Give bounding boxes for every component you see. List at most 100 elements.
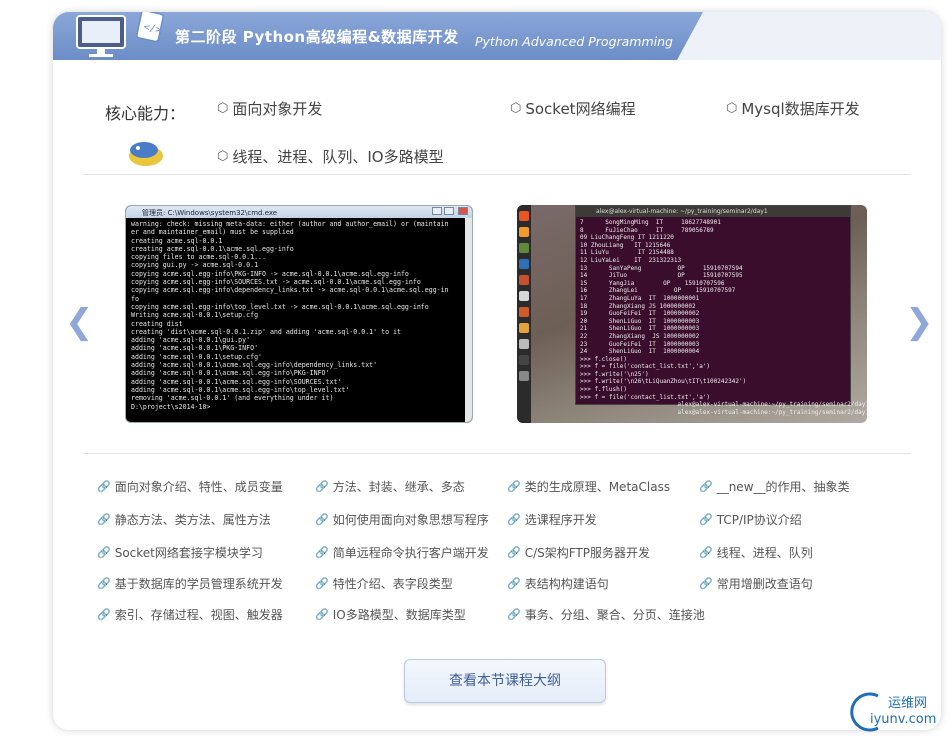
stage-title: 第二阶段 Python高级编程&数据库开发 <box>175 28 459 46</box>
cmd-line: copying acme.sql.egg-info\dependency_lin… <box>131 286 449 295</box>
terminal-line: 18 ZhangXiang JS 1000000002 <box>580 302 696 310</box>
topic-link[interactable]: 🔗 基于数据库的学员管理系统开发 <box>97 575 283 592</box>
hexagon-icon: ⬡ <box>510 101 522 116</box>
topic-link[interactable]: 🔗 类的生成原理、MetaClass <box>507 478 670 495</box>
link-icon: 🔗 <box>507 608 521 621</box>
site-watermark: 运维网 iyunv.com <box>848 688 948 736</box>
topic-link[interactable]: 🔗 常用增删改查语句 <box>699 575 813 592</box>
link-icon: 🔗 <box>507 546 521 559</box>
terminal-line: 7 SongMingMing IT 18627748901 <box>580 219 721 226</box>
link-icon: 🔗 <box>507 480 521 493</box>
carousel-prev-arrow-icon[interactable]: ❮ <box>65 302 94 342</box>
terminal-line: 15 YangJia OP 15910707596 <box>580 279 725 287</box>
topic-link[interactable]: 🔗 静态方法、类方法、属性方法 <box>97 511 271 528</box>
terminal-line: >>> f.write('\n25') <box>580 370 649 378</box>
stage-banner: </> 第二阶段 Python高级编程&数据库开发 Python Advance… <box>53 12 703 60</box>
hexagon-icon: ⬡ <box>217 149 229 164</box>
link-icon: 🔗 <box>315 608 329 621</box>
cmd-line: fo <box>131 294 139 303</box>
link-icon: 🔗 <box>97 513 111 526</box>
cmd-line: er and maintainer_email) must be supplie… <box>131 228 294 237</box>
topic-label: 基于数据库的学员管理系统开发 <box>114 577 283 591</box>
topic-label: 如何使用面向对象思想写程序 <box>332 513 489 527</box>
ubuntu-terminal-screenshot: alex@alex-virtual-machine: ~/py_training… <box>517 205 867 423</box>
impress-icon <box>519 275 529 285</box>
watermark-cn: 运维网 <box>888 696 928 711</box>
topic-label: 常用增删改查语句 <box>716 577 813 591</box>
cmd-scrollbar <box>465 218 472 422</box>
topic-label: TCP/IP协议介绍 <box>716 513 802 527</box>
cmd-line: copying acme.sql.egg-info\SOURCES.txt ->… <box>131 278 421 287</box>
topic-link[interactable]: 🔗 Socket网络套接字模块学习 <box>97 544 263 561</box>
topic-label: 事务、分组、聚合、分页、连接池 <box>524 608 705 622</box>
terminal-titlebar: alex@alex-virtual-machine: ~/py_training… <box>576 206 850 217</box>
cmd-window-titlebar: 管理员: C:\Windows\system32\cmd.exe <box>126 206 472 218</box>
topic-link[interactable]: 🔗 选课程序开发 <box>507 511 597 528</box>
terminal-line: 14 JiTuo OP 15910707595 <box>580 272 743 280</box>
terminal-line: 10 ZhouLiang IT 1215646 <box>580 241 671 249</box>
topic-link[interactable]: 🔗 线程、进程、队列 <box>699 544 813 561</box>
terminal-line: 11 LiuYu IT 2154488 <box>580 249 674 257</box>
topic-label: 特性介绍、表字段类型 <box>332 577 453 591</box>
terminal-line: 8 FuJieChao IT 789056789 <box>580 226 714 234</box>
topic-link[interactable]: 🔗 __new__的作用、抽象类 <box>699 478 850 495</box>
ability-socket: ⬡ Socket网络编程 <box>510 98 636 119</box>
topic-link[interactable]: 🔗 方法、封装、继承、多态 <box>315 478 465 495</box>
topic-link[interactable]: 🔗 索引、存储过程、视图、触发器 <box>97 606 283 623</box>
abilities-label: 核心能力： <box>105 104 186 123</box>
dash-icon <box>519 211 529 221</box>
ability-mysql: ⬡ Mysql数据库开发 <box>726 98 860 119</box>
carousel-next-arrow-icon[interactable]: ❯ <box>905 302 934 342</box>
topic-link[interactable]: 🔗 面向对象介绍、特性、成员变量 <box>97 478 283 495</box>
cmd-line: copying gui.py -> acme.sql-0.0.1 <box>131 261 259 270</box>
terminal-line: >>> f.close() <box>580 355 627 363</box>
terminal-line: 16 ZhangLei OP 15910707597 <box>580 287 736 295</box>
terminal-line: 17 ZhangLuYa IT 1000000001 <box>580 294 700 302</box>
ubuntu-launcher <box>517 205 531 423</box>
cmd-screenshot: 管理员: C:\Windows\system32\cmd.exe warning… <box>125 205 473 423</box>
topic-link[interactable]: 🔗 事务、分组、聚合、分页、连接池 <box>507 606 705 623</box>
topic-label: IO多路模型、数据库类型 <box>332 608 466 622</box>
terminal-line: 20 ShenLiGuo IT 1000000003 <box>580 317 700 325</box>
ability-threading: ⬡ 线程、进程、队列、IO多路模型 <box>217 146 444 167</box>
cmd-line: adding 'acme.sql-0.0.1\acme.sql.egg-info… <box>131 385 350 394</box>
terminal-line: 13 SanYaPeng OP 15910707594 <box>580 264 743 272</box>
terminal-line: 22 ZhangXiang JS 1000000002 <box>580 332 700 340</box>
cmd-line: adding 'acme.sql-0.0.1\PKG-INFO' <box>131 344 259 353</box>
cmd-line: copying acme.sql.egg-info\PKG-INFO -> ac… <box>131 269 409 278</box>
cmd-line: Writing acme.sql-0.0.1\setup.cfg <box>131 311 259 320</box>
link-icon: 🔗 <box>507 577 521 590</box>
topic-link[interactable]: 🔗 简单远程命令执行客户端开发 <box>315 544 489 561</box>
topic-link[interactable]: 🔗 IO多路模型、数据库类型 <box>315 606 466 623</box>
view-syllabus-button[interactable]: 查看本节课程大纲 <box>404 659 606 703</box>
link-icon: 🔗 <box>315 480 329 493</box>
cmd-output: warning: check: missing meta-data: eithe… <box>126 218 472 422</box>
topic-label: 方法、封装、继承、多态 <box>332 480 465 494</box>
topic-link[interactable]: 🔗 特性介绍、表字段类型 <box>315 575 453 592</box>
files-icon <box>519 291 529 301</box>
topic-label: __new__的作用、抽象类 <box>716 480 850 494</box>
link-icon: 🔗 <box>97 577 111 590</box>
terminal-icon <box>519 355 529 365</box>
writer-icon <box>519 259 529 269</box>
topic-link[interactable]: 🔗 C/S架构FTP服务器开发 <box>507 544 650 561</box>
cmd-line: copying files to acme.sql-0.0.1... <box>131 253 266 262</box>
cmd-line: removing 'acme.sql-0.0.1' (and everythin… <box>131 394 334 403</box>
code-file-icon: </> <box>136 12 164 43</box>
cmd-line: creating 'dist\acme.sql-0.0.1.zip' and a… <box>131 327 401 336</box>
topic-link[interactable]: 🔗 TCP/IP协议介绍 <box>699 511 802 528</box>
watermark-en: iyunv.com <box>870 712 937 727</box>
topic-link[interactable]: 🔗 表结构构建语句 <box>507 575 609 592</box>
topic-label: 简单远程命令执行客户端开发 <box>332 546 489 560</box>
link-icon: 🔗 <box>315 577 329 590</box>
link-icon: 🔗 <box>97 608 111 621</box>
terminal-line: 21 ShenLiGuo IT 1000000003 <box>580 325 700 333</box>
divider-top <box>83 174 911 175</box>
topic-label: 选课程序开发 <box>524 513 597 527</box>
cmd-line: adding 'acme.sql-0.0.1\gui.py' <box>131 336 251 345</box>
topic-label: 索引、存储过程、视图、触发器 <box>114 608 283 622</box>
topic-label: 面向对象介绍、特性、成员变量 <box>114 480 283 494</box>
ability-oop: ⬡ 面向对象开发 <box>217 98 322 119</box>
topic-link[interactable]: 🔗 如何使用面向对象思想写程序 <box>315 511 489 528</box>
ability-label: 线程、进程、队列、IO多路模型 <box>232 148 444 166</box>
